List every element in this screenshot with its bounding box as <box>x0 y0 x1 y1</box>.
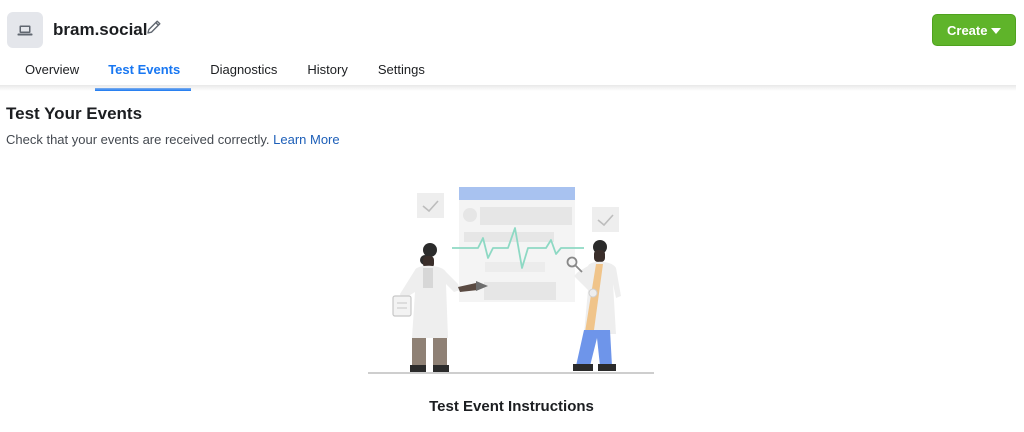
tab-history[interactable]: History <box>307 56 347 88</box>
tab-test-events[interactable]: Test Events <box>95 56 192 91</box>
tab-settings[interactable]: Settings <box>378 56 425 88</box>
pixel-name: bram.social <box>53 20 148 39</box>
tab-divider <box>0 85 1016 91</box>
tab-diagnostics[interactable]: Diagnostics <box>210 56 277 88</box>
tab-bar: Overview Test Events Diagnostics History… <box>0 56 425 91</box>
tab-overview[interactable]: Overview <box>25 56 79 88</box>
laptop-icon <box>7 12 43 48</box>
instructions-title-text: Test Event Instructions <box>429 398 594 415</box>
create-button-label: Create <box>947 22 988 38</box>
pencil-icon[interactable] <box>145 18 163 36</box>
caret-down-icon <box>991 28 1001 34</box>
instructions-title: Test Event Instructions <box>0 398 1024 415</box>
description-text: Check that your events are received corr… <box>6 132 270 147</box>
page-title: Test Your Events <box>6 104 143 123</box>
create-button[interactable]: Create <box>932 14 1016 46</box>
page-header: bram.social Create Overview Test Events … <box>0 0 1024 91</box>
page-description: Check that your events are received corr… <box>6 132 340 147</box>
learn-more-link[interactable]: Learn More <box>273 132 339 147</box>
test-events-illustration <box>360 180 660 380</box>
